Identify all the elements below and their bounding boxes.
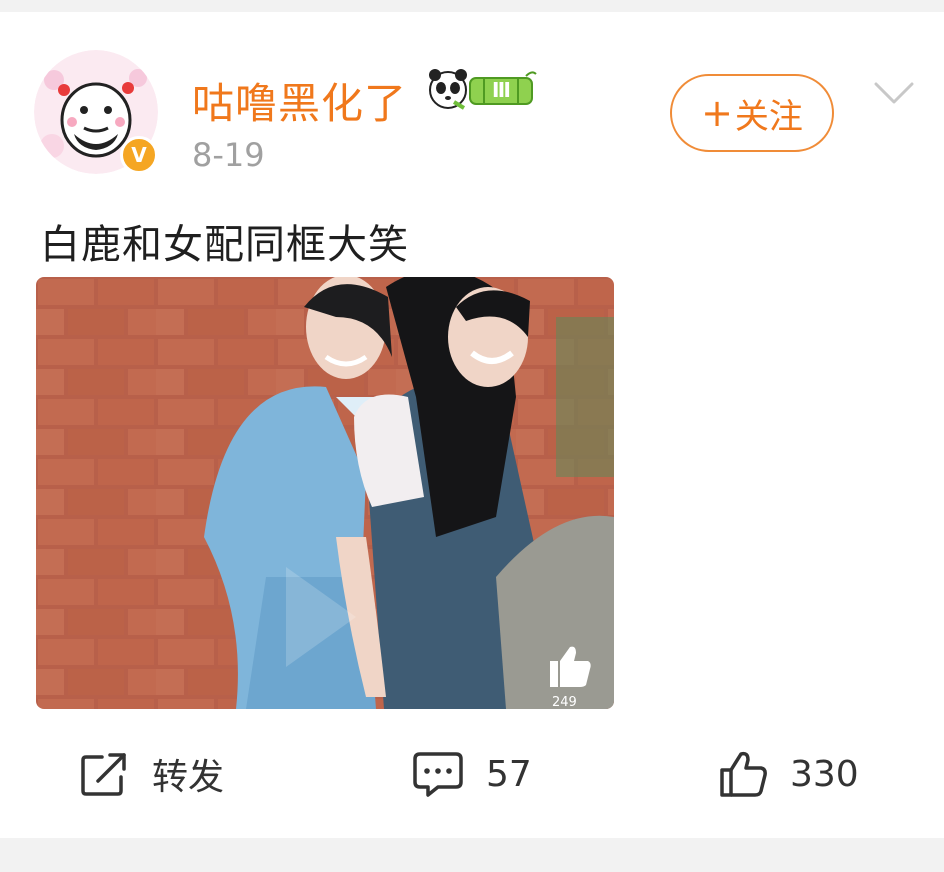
comment-icon [413,752,463,797]
more-chevron-icon[interactable] [872,78,916,108]
video-like-count: 249 [552,695,577,709]
like-icon [720,751,767,797]
verified-mark: V [131,143,147,167]
author-name[interactable]: 咕噜黑化了 [192,70,407,131]
follow-label: 关注 [734,96,803,137]
post-text: 白鹿和女配同框大笑 [40,222,409,268]
panda-badge-icon: Ⅲ [426,66,538,116]
like-button[interactable]: 330 [718,738,859,810]
plus-icon: + [701,91,733,135]
comment-button[interactable]: 57 [412,738,532,810]
follow-button[interactable]: + 关注 [670,74,834,152]
verified-badge: V [120,136,158,174]
video-thumbnail[interactable]: 249 [36,277,614,709]
post-time: 8-19 [192,136,265,174]
badge-level: Ⅲ [492,78,511,102]
weibo-post-card: V 咕噜黑化了 Ⅲ 8-19 + 关注 白鹿和女配同框大笑 249 转发 57 … [0,12,944,838]
action-bar: 转发 57 330 [0,738,944,810]
repost-label: 转发 [152,757,225,798]
like-count: 330 [790,753,859,795]
comment-count: 57 [486,753,532,795]
repost-button[interactable]: 转发 [80,738,224,810]
repost-icon [81,753,126,796]
